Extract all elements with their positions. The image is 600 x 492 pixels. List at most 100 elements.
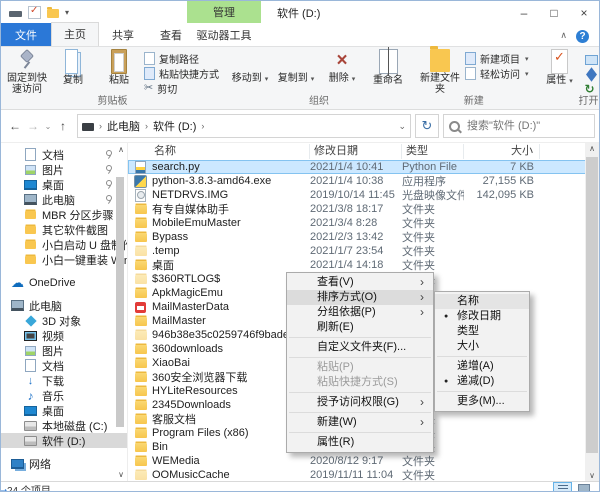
ribbon-button[interactable]: 粘贴快捷方式 — [142, 66, 221, 81]
forward-icon[interactable]: → — [25, 119, 41, 133]
sidebar-item-桌面[interactable]: 桌面 — [1, 403, 127, 418]
sidebar-item-3D 对象[interactable]: 3D 对象 — [1, 313, 127, 328]
qat-customize-caret-icon[interactable]: ▾ — [65, 8, 69, 17]
sidebar-item-视频[interactable]: 视频 — [1, 328, 127, 343]
sidebar-item-软件 (D:)[interactable]: 软件 (D:) — [1, 433, 127, 448]
column-header-大小[interactable]: 大小 — [464, 144, 540, 159]
sidebar-item-MBR 分区步骤[interactable]: MBR 分区步骤 — [1, 207, 127, 222]
breadcrumb-this-pc[interactable]: 此电脑 — [107, 118, 140, 134]
menu-item-刷新(E)[interactable]: 刷新(E) — [287, 320, 433, 335]
breadcrumb[interactable]: › 此电脑 › 软件 (D:) › ⌄ — [77, 114, 411, 138]
submenu-item-修改日期[interactable]: 修改日期● — [435, 309, 529, 324]
scroll-down-icon[interactable]: ∨ — [118, 470, 124, 479]
menu-item-查看(V)[interactable]: 查看(V)› — [287, 275, 433, 290]
menu-item-粘贴(P)[interactable]: 粘贴(P) — [287, 360, 433, 375]
file-row[interactable]: 有专自媒体助手2021/3/8 18:17文件夹 — [128, 202, 599, 216]
submenu-item-大小[interactable]: 大小 — [435, 339, 529, 354]
sidebar-item-本地磁盘 (C:)[interactable]: 本地磁盘 (C:) — [1, 418, 127, 433]
ribbon-button[interactable]: ×删除 ▾ — [319, 48, 365, 85]
file-row[interactable]: python-3.8.3-amd64.exe2021/1/4 10:38应用程序… — [128, 174, 599, 188]
scrollbar-thumb[interactable] — [116, 177, 124, 427]
submenu-item-递增(A)[interactable]: 递增(A) — [435, 359, 529, 374]
ribbon-button[interactable]: 属性 ▾ — [537, 48, 583, 87]
up-icon[interactable]: ↑ — [55, 119, 71, 133]
recent-locations-caret-icon[interactable]: ⌄ — [43, 122, 53, 131]
back-icon[interactable]: ← — [7, 119, 23, 133]
sidebar-item-此电脑[interactable]: 此电脑 — [1, 298, 127, 313]
sidebar-item-桌面[interactable]: 桌面 — [1, 177, 127, 192]
file-row[interactable]: 桌面2021/1/4 14:18文件夹 — [128, 258, 599, 272]
scroll-down-icon[interactable]: ∨ — [585, 471, 599, 480]
collapse-ribbon-icon[interactable]: ∧ — [560, 30, 567, 41]
menu-item-自定义文件夹(F)...[interactable]: 自定义文件夹(F)... — [287, 340, 433, 355]
sidebar-item-图片[interactable]: 图片 — [1, 162, 127, 177]
ribbon-button[interactable]: 新建项目▾ — [463, 51, 531, 66]
maximize-button[interactable]: □ — [539, 1, 569, 25]
search-box[interactable] — [443, 114, 595, 138]
file-row[interactable]: NETDRVS.IMG2019/10/14 11:45光盘映像文件142,095… — [128, 188, 599, 202]
file-row[interactable]: .temp2021/1/7 23:54文件夹 — [128, 244, 599, 258]
tab-drive-tools[interactable]: 驱动器工具 — [187, 23, 261, 46]
submenu-item-类型[interactable]: 类型 — [435, 324, 529, 339]
file-row[interactable]: WEMedia2020/8/12 9:17文件夹 — [128, 454, 599, 468]
file-row[interactable]: MobileEmuMaster2021/3/4 8:28文件夹 — [128, 216, 599, 230]
sidebar-item-图片[interactable]: 图片 — [1, 343, 127, 358]
ribbon-button[interactable]: ↻历史记录 — [583, 81, 600, 96]
breadcrumb-drive-d[interactable]: 软件 (D:) — [153, 118, 196, 134]
menu-item-分组依据(P)[interactable]: 分组依据(P)› — [287, 305, 433, 320]
large-icons-view-button[interactable] — [574, 482, 593, 492]
scroll-up-icon[interactable]: ∧ — [118, 145, 124, 154]
column-header-类型[interactable]: 类型 — [402, 144, 464, 159]
ribbon-button[interactable]: 复制 — [50, 48, 96, 86]
sidebar-item-文档[interactable]: 文档 — [1, 147, 127, 162]
close-button[interactable]: × — [569, 1, 599, 25]
submenu-item-递减(D)[interactable]: 递减(D)● — [435, 374, 529, 389]
ribbon-button[interactable]: 复制到 ▾ — [273, 48, 319, 85]
sidebar-item-下载[interactable]: ↓下载 — [1, 373, 127, 388]
sidebar-item-小白一键重装 Win10[interactable]: 小白一键重装 Win10 — [1, 252, 127, 267]
menu-item-粘贴快捷方式(S)[interactable]: 粘贴快捷方式(S) — [287, 375, 433, 390]
ribbon-button[interactable]: 轻松访问▾ — [463, 66, 531, 81]
sidebar-item-网络[interactable]: 网络 — [1, 456, 127, 471]
properties-shortcut-icon[interactable] — [28, 6, 41, 19]
file-row[interactable]: Bypass2021/2/3 13:42文件夹 — [128, 230, 599, 244]
tab-share[interactable]: 共享 — [99, 23, 147, 46]
menu-item-属性(R)[interactable]: 属性(R) — [287, 435, 433, 450]
ribbon-button[interactable]: 移动到 ▾ — [227, 48, 273, 85]
sidebar-item-小白启动 U 盘制作步[interactable]: 小白启动 U 盘制作步 — [1, 237, 127, 252]
file-row[interactable]: OOMusicCache2019/11/11 11:04文件夹 — [128, 468, 599, 481]
ribbon-button[interactable]: 粘贴 — [96, 48, 142, 86]
new-folder-shortcut-icon[interactable] — [47, 9, 59, 18]
refresh-button[interactable]: ↻ — [415, 114, 439, 138]
file-row[interactable]: search.py2021/1/4 10:41Python File7 KB — [128, 160, 599, 174]
ribbon-button[interactable]: 固定到快速访问 — [4, 48, 50, 95]
menu-item-授予访问权限(G)[interactable]: 授予访问权限(G)› — [287, 395, 433, 410]
sidebar-item-文档[interactable]: 文档 — [1, 358, 127, 373]
menu-item-排序方式(O)[interactable]: 排序方式(O)› — [287, 290, 433, 305]
tab-home[interactable]: 主页 — [51, 22, 99, 46]
ribbon-button[interactable]: ✂剪切 — [142, 81, 221, 96]
ribbon-button[interactable]: 打开▾ — [583, 51, 600, 66]
filelist-scrollbar[interactable]: ∧ ∨ — [585, 143, 599, 481]
column-header-名称[interactable]: 名称 — [128, 144, 310, 159]
drive-icon[interactable] — [9, 11, 22, 17]
menu-item-新建(W)[interactable]: 新建(W)› — [287, 415, 433, 430]
tab-file[interactable]: 文件 — [1, 23, 51, 46]
sidebar-item-此电脑[interactable]: 此电脑 — [1, 192, 127, 207]
submenu-item-名称[interactable]: 名称 — [435, 294, 529, 309]
search-input[interactable] — [465, 119, 589, 133]
details-view-button[interactable] — [553, 482, 572, 492]
column-header-修改日期[interactable]: 修改日期∨ — [310, 144, 402, 159]
sidebar-scrollbar[interactable]: ∧ ∨ — [114, 143, 126, 481]
sidebar-item-音乐[interactable]: ♪音乐 — [1, 388, 127, 403]
ribbon-button[interactable]: 复制路径 — [142, 51, 221, 66]
ribbon-button[interactable]: 编辑 — [583, 66, 600, 81]
minimize-button[interactable]: – — [509, 1, 539, 25]
sidebar-item-OneDrive[interactable]: ☁OneDrive — [1, 275, 127, 290]
help-icon[interactable]: ? — [576, 30, 589, 43]
scroll-up-icon[interactable]: ∧ — [585, 144, 599, 153]
scrollbar-thumb[interactable] — [586, 157, 598, 453]
ribbon-button[interactable]: 重命名 — [365, 48, 411, 86]
ribbon-button[interactable]: 新建文件夹 — [417, 48, 463, 95]
sidebar-item-其它软件截图[interactable]: 其它软件截图 — [1, 222, 127, 237]
